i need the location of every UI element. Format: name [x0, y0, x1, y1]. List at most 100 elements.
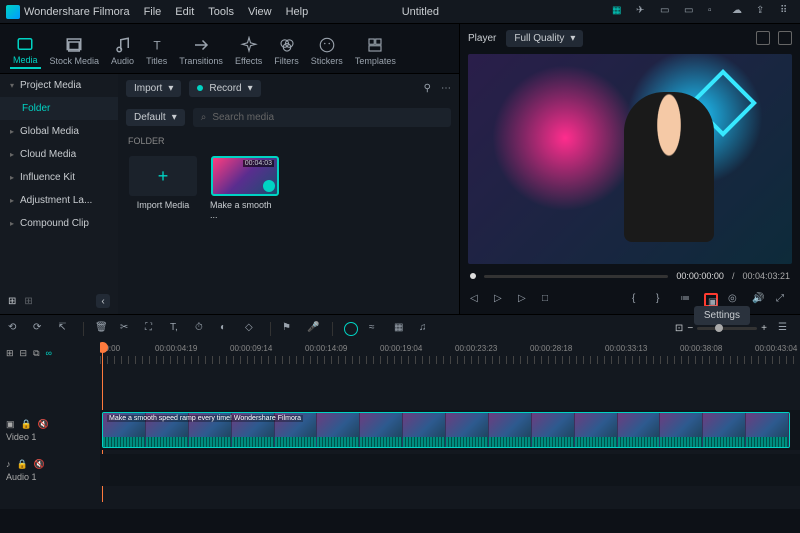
prev-frame-button[interactable]: ◁	[470, 293, 484, 307]
keyframe-button[interactable]: ◇	[245, 322, 259, 336]
delete-button[interactable]: 🗑	[95, 322, 109, 336]
track-view2-icon[interactable]: ⊟	[20, 348, 28, 359]
lock-icon[interactable]: 🔒	[17, 459, 28, 470]
track-link-icon[interactable]: ⧉	[33, 348, 39, 359]
mark-in-button[interactable]: {	[632, 293, 646, 307]
media-clip-tile[interactable]: 00:04:03 Make a smooth ...	[210, 156, 280, 220]
marker-button[interactable]: ⚑	[282, 322, 296, 336]
header-actions: ▦ ✈ ▭ ▭ ▫ ☁ ⇪ ⠿	[612, 5, 794, 19]
chevron-down-icon: ▾	[168, 83, 173, 94]
video-track[interactable]: Make a smooth speed ramp every time! Won…	[100, 410, 800, 450]
redo-button[interactable]: ⟳	[33, 322, 47, 336]
speed-button[interactable]: ⏱	[195, 322, 209, 336]
mute-icon[interactable]: 🔇	[34, 459, 45, 470]
undo-button[interactable]: ⟲	[8, 322, 22, 336]
menu-help[interactable]: Help	[286, 6, 309, 18]
tab-transitions[interactable]: Transitions	[176, 34, 226, 68]
video-track-header[interactable]: ▣🔒🔇 Video 1	[0, 410, 100, 450]
save-icon[interactable]: ▫	[708, 5, 722, 19]
sidebar-item-influence-kit[interactable]: ▸Influence Kit	[0, 166, 118, 189]
chevron-down-icon: ▾	[570, 33, 575, 44]
menu-view[interactable]: View	[248, 6, 272, 18]
mute-icon[interactable]: 🔇	[38, 419, 49, 430]
sidebar-item-compound-clip[interactable]: ▸Compound Clip	[0, 212, 118, 235]
text-tool[interactable]: T,	[170, 322, 184, 336]
sidebar-item-global-media[interactable]: ▸Global Media	[0, 120, 118, 143]
volume-icon[interactable]: 🔊	[752, 293, 766, 307]
stop-button[interactable]: □	[542, 293, 556, 307]
quality-dropdown[interactable]: Full Quality▾	[506, 30, 583, 47]
media-browser: Import▾ Record▾ ⚲ ⋯ Default▾ ⌕Search med…	[118, 74, 459, 314]
cloud-icon[interactable]: ☁	[732, 5, 746, 19]
time-ruler[interactable]: 00:00 00:00:04:19 00:00:09:14 00:00:14:0…	[100, 342, 800, 364]
playhead-dot-icon[interactable]	[470, 273, 476, 279]
tab-stickers[interactable]: Stickers	[308, 34, 346, 68]
more-icon[interactable]: ⋯	[441, 83, 451, 94]
record-dropdown[interactable]: Record▾	[189, 80, 260, 97]
zoom-fit-button[interactable]: ⊡	[675, 323, 683, 334]
tab-templates[interactable]: Templates	[352, 34, 399, 68]
video-preview[interactable]	[468, 54, 792, 264]
audio-track-header[interactable]: ♪🔒🔇 Audio 1	[0, 450, 100, 490]
timeline-body[interactable]: 00:00 00:00:04:19 00:00:09:14 00:00:14:0…	[100, 342, 800, 509]
lock-icon[interactable]: 🔒	[21, 419, 32, 430]
menu-edit[interactable]: Edit	[175, 6, 194, 18]
render-button[interactable]: ▦	[394, 322, 408, 336]
list-icon[interactable]: ≔	[680, 293, 694, 307]
auto-reframe-button[interactable]	[344, 322, 358, 336]
zoom-slider[interactable]	[697, 327, 757, 330]
sidebar-item-adjustment-layer[interactable]: ▸Adjustment La...	[0, 189, 118, 212]
video-clip[interactable]: Make a smooth speed ramp every time! Won…	[102, 412, 790, 448]
screen2-icon[interactable]: ▭	[684, 5, 698, 19]
sidebar-item-project-media[interactable]: ▾Project Media	[0, 74, 118, 97]
tab-stock-media[interactable]: Stock Media	[47, 34, 103, 68]
snapshot-icon[interactable]	[778, 31, 792, 45]
sidebar-item-cloud-media[interactable]: ▸Cloud Media	[0, 143, 118, 166]
zoom-out-button[interactable]: −	[687, 323, 693, 334]
search-input[interactable]: ⌕Search media	[193, 108, 451, 127]
tab-titles[interactable]: TTitles	[143, 34, 170, 68]
grid-view-icon[interactable]	[756, 31, 770, 45]
track-magnet-icon[interactable]: ∞	[46, 348, 52, 358]
chevron-down-icon: ▾	[172, 112, 177, 123]
audio-track[interactable]	[100, 454, 800, 486]
play-button[interactable]: ▷	[494, 293, 508, 307]
color-button[interactable]: ◐	[220, 322, 234, 336]
player-panel: Player Full Quality▾ 00:00:00:00 / 00:04…	[460, 24, 800, 314]
import-dropdown[interactable]: Import▾	[126, 80, 181, 97]
menu-tools[interactable]: Tools	[208, 6, 234, 18]
display-settings-button[interactable]: ▣	[704, 293, 718, 307]
filter-icon[interactable]: ⚲	[424, 83, 431, 94]
audio-sync-button[interactable]: ≈	[369, 322, 383, 336]
split-button[interactable]: ✂	[120, 322, 134, 336]
mixer-button[interactable]: ♫	[419, 322, 433, 336]
tab-effects[interactable]: Effects	[232, 34, 265, 68]
pointer-tool[interactable]: ↸	[58, 322, 72, 336]
account-icon[interactable]: ⠿	[780, 5, 794, 19]
tab-filters[interactable]: Filters	[271, 34, 302, 68]
timeline-options-icon[interactable]: ☰	[778, 322, 792, 336]
screen1-icon[interactable]: ▭	[660, 5, 674, 19]
camera-icon[interactable]: ◎	[728, 293, 742, 307]
new-bin-icon[interactable]: ⊞	[24, 296, 32, 307]
send-icon[interactable]: ✈	[636, 5, 650, 19]
mark-out-button[interactable]: }	[656, 293, 670, 307]
voice-button[interactable]: 🎤	[307, 322, 321, 336]
zoom-in-button[interactable]: +	[761, 323, 767, 334]
sidebar-item-folder[interactable]: Folder	[0, 97, 118, 120]
import-media-tile[interactable]: + Import Media	[128, 156, 198, 220]
crop-button[interactable]: ⛶	[145, 322, 159, 336]
play-forward-button[interactable]: ▷	[518, 293, 532, 307]
new-folder-icon[interactable]: ⊞	[8, 296, 16, 307]
tab-audio[interactable]: Audio	[108, 34, 137, 68]
tab-media[interactable]: Media	[10, 33, 41, 69]
export-icon[interactable]: ⇪	[756, 5, 770, 19]
record-label: Record	[209, 83, 241, 94]
sort-dropdown[interactable]: Default▾	[126, 109, 185, 126]
gift-icon[interactable]: ▦	[612, 5, 626, 19]
collapse-sidebar-button[interactable]: ‹	[96, 294, 110, 308]
menu-file[interactable]: File	[144, 6, 162, 18]
track-view1-icon[interactable]: ⊞	[6, 348, 14, 359]
fullscreen-icon[interactable]: ⤢	[776, 293, 790, 307]
progress-bar[interactable]	[484, 275, 668, 278]
